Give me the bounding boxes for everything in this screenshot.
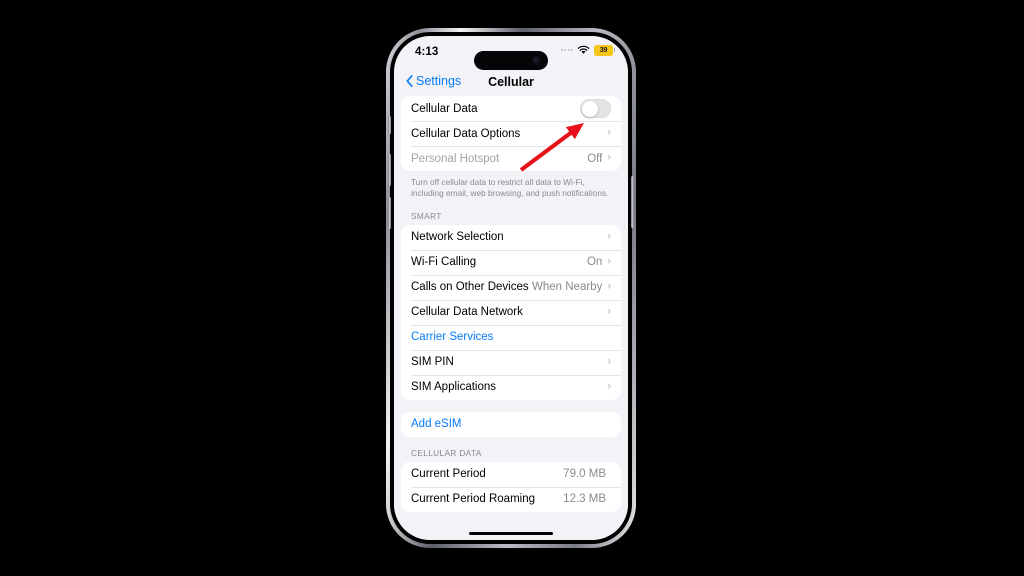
iphone-device-frame: 4:13 39 Settings Cellular Cellular Data …	[386, 28, 636, 548]
settings-row-value: When Nearby	[532, 281, 603, 294]
battery-icon: 39	[594, 45, 616, 56]
volume-up-button[interactable]	[388, 154, 391, 186]
silence-switch-button[interactable]	[388, 116, 391, 134]
settings-row-label: Cellular Data Options	[411, 127, 521, 140]
navigation-bar: Settings Cellular	[394, 70, 628, 96]
settings-row-value: 12.3 MB	[563, 493, 606, 506]
settings-row-label: SIM PIN	[411, 356, 454, 369]
chevron-right-icon: ›	[607, 126, 611, 139]
chevron-right-icon: ›	[607, 230, 611, 243]
settings-row-label: Carrier Services	[411, 331, 494, 344]
settings-row-label: Current Period	[411, 468, 486, 481]
page-title: Cellular	[488, 75, 534, 89]
status-bar-indicators: 39	[560, 45, 616, 56]
settings-row-label: Network Selection	[411, 231, 504, 244]
settings-row[interactable]: Personal Hotspot Off ›	[401, 146, 621, 171]
front-camera-icon	[532, 56, 541, 65]
chevron-right-icon: ›	[607, 380, 611, 393]
dynamic-island	[474, 51, 548, 70]
chevron-right-icon: ›	[607, 255, 611, 268]
device-bezel: 4:13 39 Settings Cellular Cellular Data …	[388, 32, 634, 544]
chevron-right-icon: ›	[607, 355, 611, 368]
settings-row-value: 79.0 MB	[563, 468, 606, 481]
status-bar-time: 4:13	[415, 46, 439, 58]
settings-row[interactable]: Cellular Data Network ›	[401, 299, 621, 325]
section-header: SMART	[411, 210, 442, 221]
settings-row-value: Off	[587, 152, 603, 165]
settings-row[interactable]: Current Period Roaming 12.3 MB	[401, 486, 621, 512]
settings-row[interactable]: Add eSIM	[401, 412, 621, 437]
settings-row-label: Cellular Data	[411, 102, 478, 115]
chevron-right-icon: ›	[607, 305, 611, 318]
settings-scroll-view[interactable]: Cellular Data Cellular Data Options › Perso…	[394, 96, 628, 540]
settings-row[interactable]: Cellular Data Options ›	[401, 121, 621, 146]
settings-row[interactable]: SIM PIN ›	[401, 349, 621, 375]
settings-group: Network Selection › Wi-Fi Calling On › Calls …	[401, 224, 621, 400]
home-indicator[interactable]	[469, 531, 553, 535]
settings-group: Current Period 79.0 MB Current Period Roam…	[401, 461, 621, 512]
settings-row-label: Cellular Data Network	[411, 306, 523, 319]
settings-group: Cellular Data Cellular Data Options › Perso…	[401, 96, 621, 171]
settings-group: Add eSIM	[401, 411, 621, 437]
settings-row[interactable]: Calls on Other Devices When Nearby ›	[401, 274, 621, 300]
settings-row-label: SIM Applications	[411, 381, 497, 394]
battery-level-text: 39	[599, 46, 608, 54]
settings-row-value: On	[586, 256, 603, 269]
settings-row-label: Wi-Fi Calling	[411, 256, 477, 269]
settings-row[interactable]: Cellular Data	[401, 96, 621, 121]
settings-row-label: Current Period Roaming	[411, 493, 536, 506]
cellular-data-toggle[interactable]	[580, 99, 611, 118]
settings-row[interactable]: Carrier Services	[401, 324, 621, 350]
settings-row-label: Add eSIM	[411, 418, 462, 431]
wifi-icon	[577, 46, 590, 54]
no-signal-dots-icon	[560, 49, 573, 52]
settings-row-label: Calls on Other Devices	[411, 281, 529, 294]
chevron-right-icon: ›	[607, 151, 611, 164]
settings-row[interactable]: SIM Applications ›	[401, 374, 621, 400]
chevron-right-icon: ›	[607, 280, 611, 293]
settings-row-label: Personal Hotspot	[411, 152, 500, 165]
volume-down-button[interactable]	[388, 197, 391, 229]
section-footnote: Turn off cellular data to restrict all d…	[411, 177, 609, 199]
settings-row[interactable]: Wi-Fi Calling On ›	[401, 249, 621, 275]
toggle-knob	[582, 101, 598, 118]
screenshot-stage: 4:13 39 Settings Cellular Cellular Data …	[0, 0, 1024, 576]
settings-row[interactable]: Network Selection ›	[401, 225, 621, 250]
settings-row[interactable]: Current Period 79.0 MB	[401, 462, 621, 487]
phone-screen: 4:13 39 Settings Cellular Cellular Data …	[394, 36, 628, 540]
section-header: CELLULAR DATA	[411, 447, 482, 458]
power-button[interactable]	[631, 176, 634, 228]
